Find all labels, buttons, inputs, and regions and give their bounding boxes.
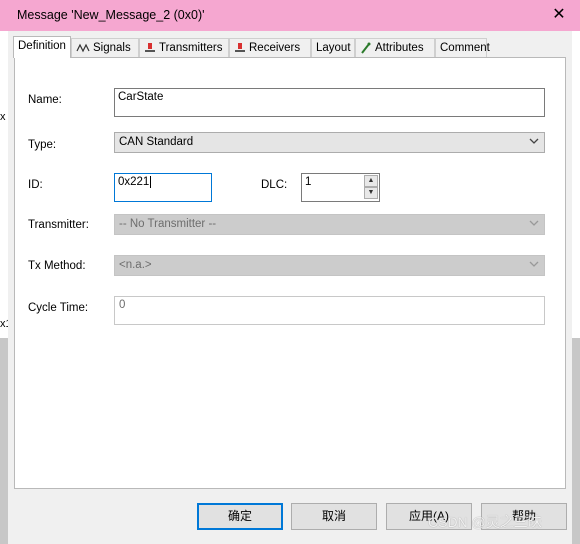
type-label: Type: — [28, 139, 57, 151]
receiver-icon — [235, 42, 245, 52]
chevron-down-icon — [529, 220, 539, 226]
transmitter-label: Transmitter: — [28, 219, 89, 231]
tab-label: Definition — [18, 40, 66, 52]
tab-label: Layout — [316, 42, 351, 54]
definition-panel: Name: CarState Type: CAN Standard ID: 0x… — [14, 57, 566, 489]
tab-comment[interactable]: Comment — [435, 38, 490, 57]
tab-label: Receivers — [249, 42, 301, 54]
txmethod-select: <n.a.> — [114, 255, 545, 276]
dlc-increment-button[interactable]: ▲ — [364, 175, 378, 187]
ok-button-label: 确定 — [227, 509, 252, 523]
type-select[interactable]: CAN Standard — [114, 132, 545, 153]
ok-button[interactable]: 确定 — [197, 503, 283, 530]
cancel-button-label: 取消 — [321, 509, 346, 523]
background-text-fragment: x — [0, 111, 6, 123]
txmethod-value: <n.a.> — [119, 259, 152, 271]
tab-attributes[interactable]: Attributes — [355, 38, 435, 57]
background-window-lower — [0, 338, 8, 544]
dlc-value: 1 — [305, 176, 312, 188]
transmitter-icon — [145, 42, 155, 52]
message-dialog: Message 'New_Message_2 (0x0)' ✕ Definiti… — [0, 0, 580, 544]
close-icon: ✕ — [552, 6, 566, 23]
dlc-decrement-button[interactable]: ▼ — [364, 187, 378, 199]
tab-definition[interactable]: Definition — [13, 36, 71, 58]
tab-label: Signals — [93, 42, 131, 54]
close-button[interactable]: ✕ — [546, 4, 572, 26]
name-value: CarState — [118, 91, 164, 103]
tab-receivers[interactable]: Receivers — [229, 38, 311, 57]
tab-label: Comment — [440, 42, 490, 54]
transmitter-value: -- No Transmitter -- — [119, 218, 217, 230]
signals-icon — [76, 43, 90, 53]
tab-label: Transmitters — [159, 42, 223, 54]
name-field[interactable]: CarState — [114, 88, 545, 117]
tab-signals[interactable]: Signals — [71, 38, 139, 57]
title-bar: Message 'New_Message_2 (0x0)' ✕ — [0, 0, 580, 31]
cycletime-label: Cycle Time: — [28, 302, 89, 314]
name-label: Name: — [28, 94, 62, 106]
text-cursor — [150, 176, 152, 188]
tab-layout[interactable]: Layout — [311, 38, 355, 57]
type-value: CAN Standard — [119, 136, 194, 148]
tab-strip: Definition Signals Transmitters Receiver… — [8, 36, 572, 58]
id-field[interactable]: 0x221 — [114, 173, 212, 202]
chevron-down-icon — [529, 261, 539, 267]
cycletime-field: 0 — [114, 296, 545, 325]
dlc-label: DLC: — [261, 179, 288, 191]
tab-label: Attributes — [375, 42, 424, 54]
attributes-icon — [361, 42, 371, 54]
watermark: CSDN @灵之三昧 — [428, 514, 542, 530]
background-window-lower-right — [572, 338, 580, 544]
cycletime-value: 0 — [119, 299, 126, 311]
window-title: Message 'New_Message_2 (0x0)' — [17, 8, 205, 22]
tab-transmitters[interactable]: Transmitters — [139, 38, 229, 57]
id-label: ID: — [28, 179, 43, 191]
txmethod-label: Tx Method: — [28, 260, 86, 272]
chevron-down-icon — [529, 138, 539, 144]
id-value: 0x221 — [118, 176, 150, 189]
cancel-button[interactable]: 取消 — [291, 503, 377, 530]
transmitter-select: -- No Transmitter -- — [114, 214, 545, 235]
